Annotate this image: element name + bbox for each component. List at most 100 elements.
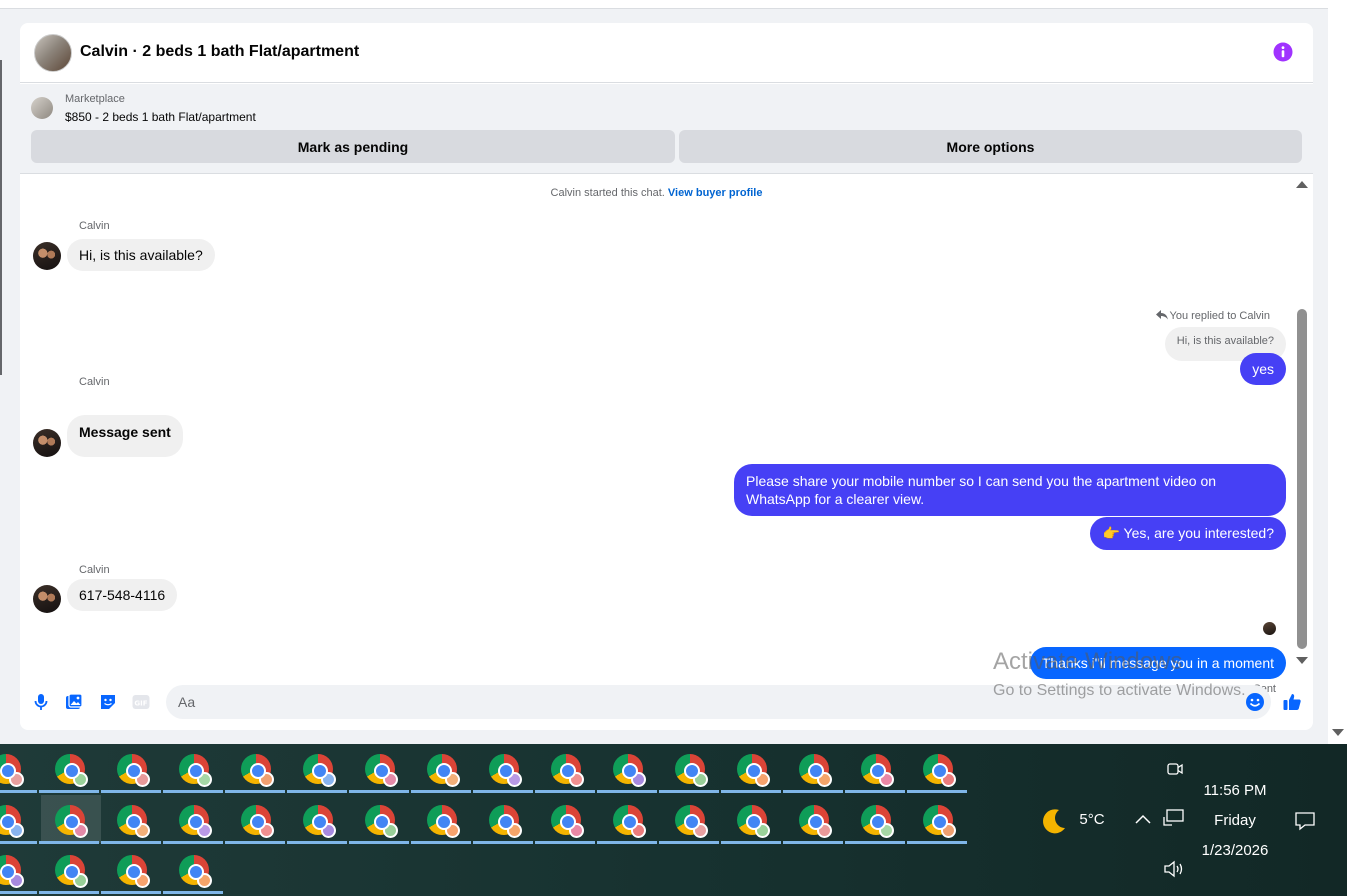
listing-thumbnail[interactable] [31,97,53,119]
taskbar-running-indicator [783,841,843,844]
profile-badge-icon [73,823,88,838]
profile-badge-icon [73,772,88,787]
profile-badge-icon [879,823,894,838]
thumbs-up-icon[interactable] [1282,692,1302,712]
info-icon[interactable] [1273,42,1293,62]
profile-badge-icon [755,772,770,787]
chrome-profile-icon[interactable] [117,805,150,838]
profile-badge-icon [879,772,894,787]
buyer-avatar[interactable] [33,242,61,270]
message-input[interactable] [178,692,1218,712]
profile-badge-icon [383,772,398,787]
chrome-profile-icon[interactable] [427,754,460,787]
chrome-profile-icon[interactable] [179,754,212,787]
seen-by-avatar [1263,622,1276,635]
microphone-icon[interactable] [31,692,51,712]
chrome-profile-icon[interactable] [55,805,88,838]
chat-header: Calvin · 2 beds 1 bath Flat/apartment [20,23,1313,83]
notification-center-icon[interactable] [1294,810,1316,832]
profile-badge-icon [321,772,336,787]
chrome-profile-icon[interactable] [55,855,88,888]
chrome-profile-icon[interactable] [55,754,88,787]
taskbar-running-indicator [535,790,595,793]
incoming-message[interactable]: Hi, is this available? [67,239,215,271]
chat-scrollbar[interactable] [1296,181,1308,669]
chrome-profile-icon[interactable] [551,754,584,787]
taskbar-running-indicator [0,841,37,844]
taskbar-running-indicator [473,790,533,793]
chat-window: Calvin · 2 beds 1 bath Flat/apartment Ma… [20,23,1313,730]
chrome-profile-icon[interactable] [303,805,336,838]
chrome-profile-icon[interactable] [241,754,274,787]
listing-price-title[interactable]: $850 - 2 beds 1 bath Flat/apartment [65,110,256,124]
chrome-profile-icon[interactable] [117,855,150,888]
outgoing-message[interactable]: 👉 Yes, are you interested? [1090,517,1286,550]
meet-now-icon[interactable] [1166,760,1184,778]
chrome-profile-icon[interactable] [179,855,212,888]
photo-icon[interactable] [64,692,84,712]
chat-title[interactable]: Calvin · 2 beds 1 bath Flat/apartment [80,43,359,61]
chrome-profile-icon[interactable] [737,754,770,787]
chrome-profile-icon[interactable] [923,754,956,787]
scroll-down-arrow-icon[interactable] [1296,657,1308,664]
chrome-profile-icon[interactable] [613,754,646,787]
gif-icon[interactable]: GIF [131,692,151,712]
clock-day[interactable]: Friday [1195,812,1275,829]
taskbar-running-indicator [287,841,347,844]
chrome-profile-icon[interactable] [0,754,24,787]
chrome-profile-icon[interactable] [0,805,24,838]
chrome-profile-icon[interactable] [799,805,832,838]
buyer-avatar[interactable] [33,585,61,613]
chevron-up-icon[interactable] [1134,812,1152,826]
moon-weather-icon[interactable] [1037,806,1069,838]
profile-badge-icon [197,873,212,888]
sticker-icon[interactable] [98,692,118,712]
taskbar-running-indicator [411,790,471,793]
chrome-profile-icon[interactable] [675,754,708,787]
listing-avatar[interactable] [34,34,72,72]
page-scroll-down-arrow-icon[interactable] [1332,729,1344,736]
clock-date[interactable]: 1/23/2026 [1190,842,1280,859]
chrome-profile-icon[interactable] [489,805,522,838]
chrome-profile-icon[interactable] [551,805,584,838]
chrome-profile-icon[interactable] [737,805,770,838]
buyer-avatar[interactable] [33,429,61,457]
chrome-profile-icon[interactable] [799,754,832,787]
taskbar-running-indicator [101,841,161,844]
taskbar-running-indicator [225,790,285,793]
chrome-profile-icon[interactable] [179,805,212,838]
chrome-profile-icon[interactable] [365,754,398,787]
taskbar-running-indicator [721,790,781,793]
outgoing-message[interactable]: yes [1240,353,1286,385]
scroll-up-arrow-icon[interactable] [1296,181,1308,188]
chrome-profile-icon[interactable] [489,754,522,787]
network-icon[interactable] [1163,808,1185,828]
chrome-profile-icon[interactable] [303,754,336,787]
more-options-button[interactable]: More options [679,130,1302,163]
clock-time[interactable]: 11:56 PM [1195,782,1275,799]
chrome-profile-icon[interactable] [365,805,398,838]
chrome-profile-icon[interactable] [923,805,956,838]
chrome-profile-icon[interactable] [241,805,274,838]
taskbar-running-indicator [659,841,719,844]
outgoing-message[interactable]: Please share your mobile number so I can… [734,464,1286,516]
profile-badge-icon [135,823,150,838]
scroll-thumb[interactable] [1297,309,1307,649]
incoming-message[interactable]: Message sent [67,415,183,457]
mark-as-pending-button[interactable]: Mark as pending [31,130,675,163]
incoming-message[interactable]: 617-548-4116 [67,579,178,611]
weather-temperature[interactable]: 5°C [1072,811,1112,828]
view-buyer-profile-link[interactable]: View buyer profile [668,187,763,199]
chrome-profile-icon[interactable] [0,855,24,888]
profile-badge-icon [941,823,956,838]
chrome-profile-icon[interactable] [861,754,894,787]
chrome-profile-icon[interactable] [861,805,894,838]
outgoing-message[interactable]: Thanks i"il message you in a moment [1029,647,1286,679]
chrome-profile-icon[interactable] [427,805,460,838]
chrome-profile-icon[interactable] [675,805,708,838]
speaker-icon[interactable] [1163,859,1185,879]
chrome-profile-icon[interactable] [117,754,150,787]
chrome-profile-icon[interactable] [613,805,646,838]
taskbar-running-indicator [163,790,223,793]
emoji-icon[interactable] [1245,692,1265,712]
